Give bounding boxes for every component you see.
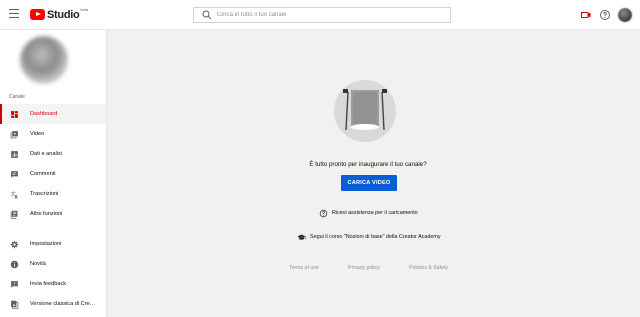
create-video-icon[interactable] [580, 9, 592, 21]
terms-of-use-link[interactable]: Terms of use [289, 265, 319, 271]
hamburger-menu-icon[interactable] [9, 9, 19, 19]
account-avatar[interactable] [618, 8, 632, 22]
sidebar-section-label: Canale [9, 94, 25, 100]
dashboard-icon [11, 110, 18, 118]
sidebar-item-label: Versione classica di Creator Studio [30, 301, 96, 307]
sidebar-item-whats-new[interactable]: Novità [0, 254, 106, 274]
channel-prompt-text: È tutto pronto per inaugurare il tuo can… [309, 161, 427, 168]
analytics-icon [11, 150, 18, 158]
info-icon [10, 260, 19, 268]
sidebar-item-label: Novità [30, 261, 46, 267]
privacy-policy-link[interactable]: Privacy policy [348, 265, 380, 271]
top-bar: Studio beta [0, 0, 640, 30]
sidebar-item-label: Dati e analisi [30, 151, 63, 157]
sidebar-item-dashboard[interactable]: Dashboard [0, 104, 106, 124]
sidebar-item-settings[interactable]: Impostazioni [0, 234, 106, 254]
upload-help-link[interactable]: Ricevi assistenza per il caricamento [319, 208, 418, 218]
sidebar-item-label: Altre funzioni [30, 211, 63, 217]
feedback-icon [11, 280, 18, 288]
svg-text:A: A [15, 194, 19, 199]
classic-studio-icon [11, 300, 19, 309]
logo-text: Studio [47, 8, 80, 21]
more-features-icon [10, 210, 18, 219]
youtube-play-icon [30, 9, 45, 20]
translate-icon: 文 A [11, 190, 19, 199]
sidebar-item-classic-studio[interactable]: Versione classica di Creator Studio [0, 294, 106, 314]
graduation-cap-icon [297, 234, 306, 240]
sidebar: Canale Dashboard Video Dati e analisi Co… [0, 30, 107, 317]
sidebar-item-label: Commenti [30, 171, 56, 177]
channel-illustration [334, 80, 396, 142]
comments-icon [11, 170, 18, 178]
sidebar-item-transcriptions[interactable]: 文 A Trascrizioni [0, 184, 106, 204]
search-box[interactable] [193, 7, 451, 23]
youtube-studio-logo[interactable]: Studio beta [30, 7, 89, 21]
sidebar-item-more-features[interactable]: Altre funzioni [0, 204, 106, 224]
upload-help-label: Ricevi assistenza per il caricamento [332, 210, 418, 216]
creator-academy-link[interactable]: Segui il corso "Nozioni di base" della C… [297, 232, 441, 242]
search-icon [202, 10, 212, 20]
sidebar-item-label: Invia feedback [30, 281, 67, 287]
upload-video-button[interactable]: CARICA VIDEO [341, 175, 397, 191]
sidebar-item-send-feedback[interactable]: Invia feedback [0, 274, 106, 294]
sidebar-nav: Dashboard Video Dati e analisi Commenti … [0, 104, 106, 314]
video-library-icon [10, 130, 18, 138]
sidebar-item-comments[interactable]: Commenti [0, 164, 106, 184]
logo-beta-label: beta [80, 7, 89, 12]
studio-backdrop-illustration [343, 89, 387, 131]
sidebar-item-label: Trascrizioni [30, 191, 59, 197]
sidebar-item-video[interactable]: Video [0, 124, 106, 144]
search-input[interactable] [217, 12, 437, 18]
channel-avatar[interactable] [20, 36, 68, 84]
help-icon[interactable] [599, 9, 611, 21]
help-circle-icon [319, 209, 328, 217]
policies-safety-link[interactable]: Policies & Safety [409, 265, 448, 271]
creator-academy-label: Segui il corso "Nozioni di base" della C… [310, 234, 441, 240]
sidebar-item-analytics[interactable]: Dati e analisi [0, 144, 106, 164]
sidebar-item-label: Impostazioni [30, 241, 62, 247]
gear-icon [10, 240, 19, 248]
sidebar-item-label: Video [30, 131, 45, 137]
sidebar-item-label: Dashboard [30, 111, 58, 117]
